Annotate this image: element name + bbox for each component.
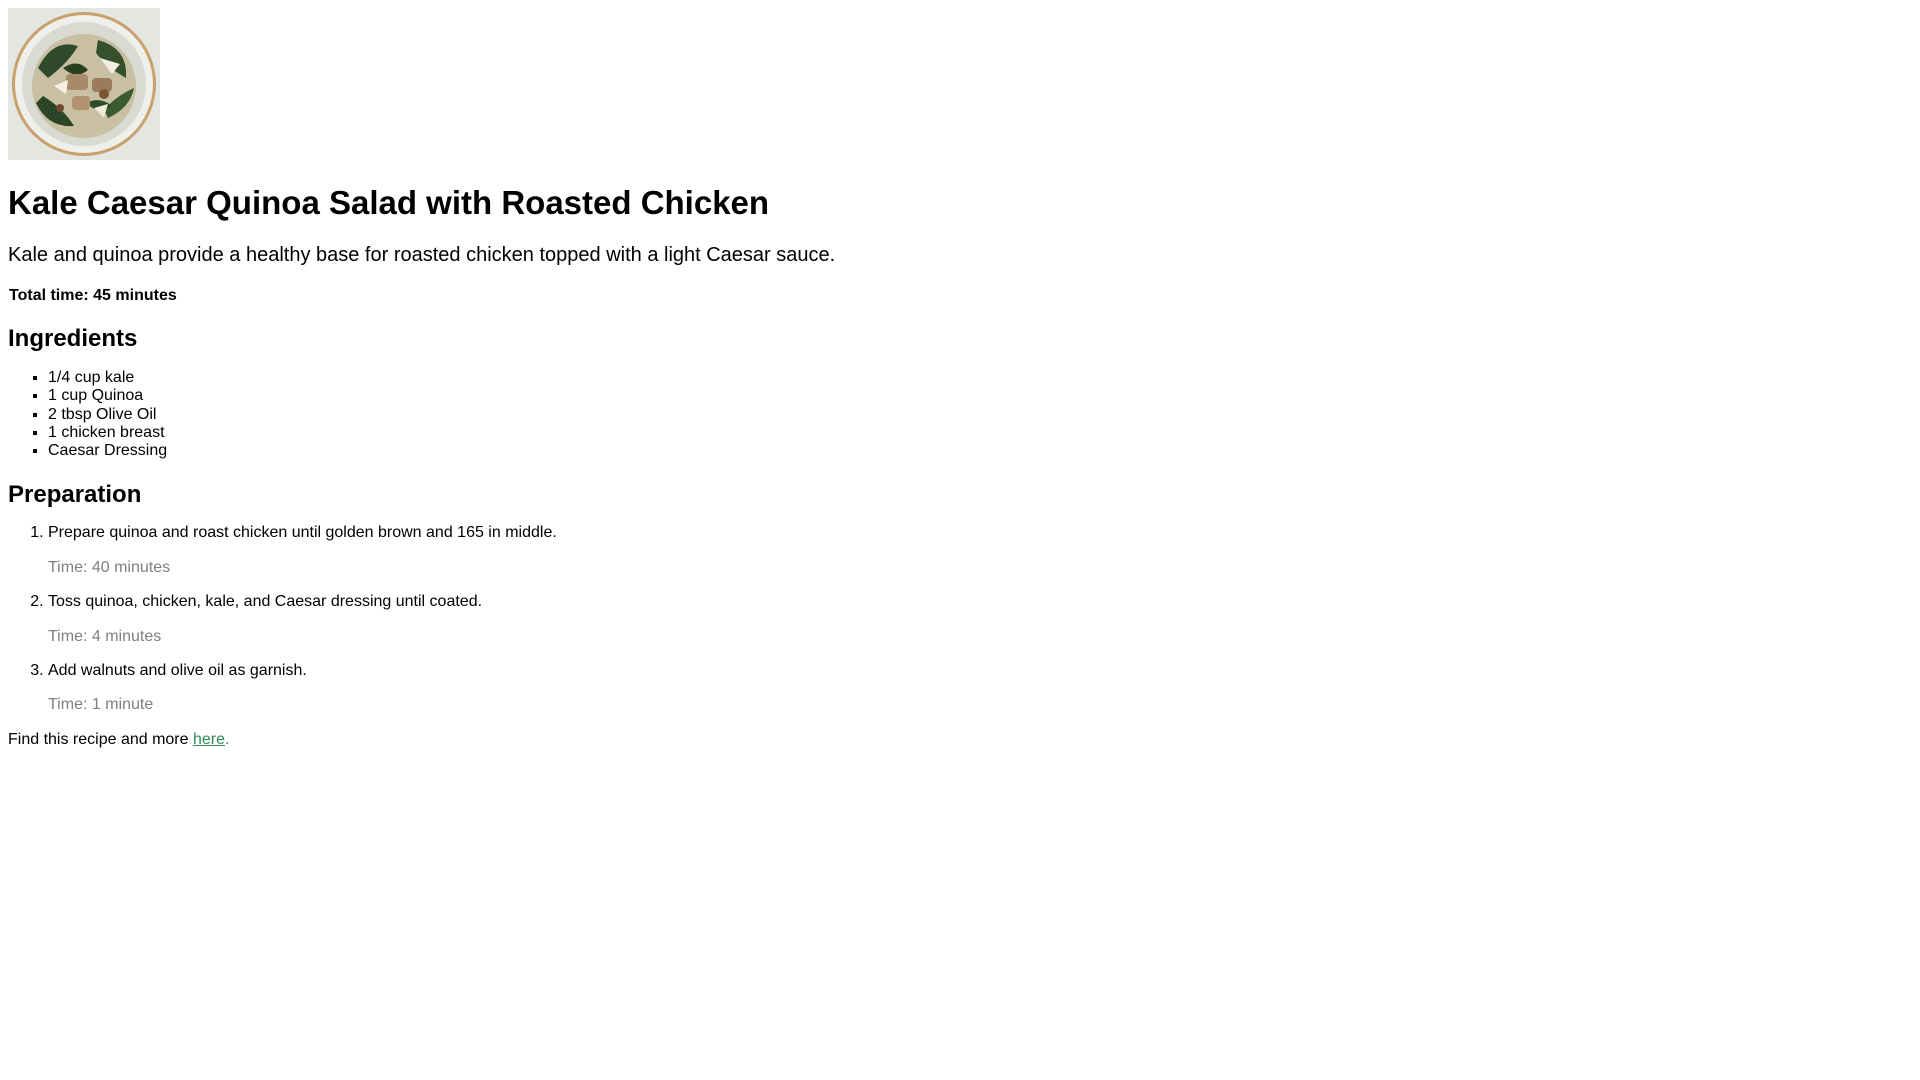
recipe-page: Kale Caesar Quinoa Salad with Roasted Ch… [0,0,1904,757]
ingredients-heading: Ingredients [8,325,138,353]
preparation-step: Add walnuts and olive oil as garnish. Ti… [48,662,1896,715]
step-text: Add walnuts and olive oil as garnish. [48,662,307,680]
recipe-title: Kale Caesar Quinoa Salad with Roasted Ch… [8,184,770,221]
ingredient-item: 1 cup Quinoa [48,387,1896,405]
step-time: Time: 1 minute [48,696,154,714]
ingredients-list: 1/4 cup kale 1 cup Quinoa 2 tbsp Olive O… [8,369,1896,461]
preparation-heading: Preparation [8,480,142,508]
footer-prefix: Find this recipe and more [8,730,193,748]
ingredient-item: 2 tbsp Olive Oil [48,406,1896,424]
step-time: Time: 40 minutes [48,558,171,576]
step-text: Toss quinoa, chicken, kale, and Caesar d… [48,593,483,611]
preparation-step: Prepare quinoa and roast chicken until g… [48,524,1896,577]
salad-bowl-image [8,8,160,160]
ingredient-item: Caesar Dressing [48,442,1896,460]
recipe-description: Kale and quinoa provide a healthy base f… [8,243,836,266]
step-text: Prepare quinoa and roast chicken until g… [48,524,557,542]
more-recipes-link[interactable]: here [193,731,225,748]
preparation-steps: Prepare quinoa and roast chicken until g… [8,524,1896,714]
recipe-photo [8,8,160,160]
ingredient-item: 1/4 cup kale [48,369,1896,387]
step-time: Time: 4 minutes [48,627,162,645]
footer-suffix: . [225,730,230,748]
ingredient-item: 1 chicken breast [48,424,1896,442]
preparation-step: Toss quinoa, chicken, kale, and Caesar d… [48,593,1896,646]
total-time: Total time: 45 minutes [9,286,177,304]
footer-note: Find this recipe and more here. [8,731,1896,749]
